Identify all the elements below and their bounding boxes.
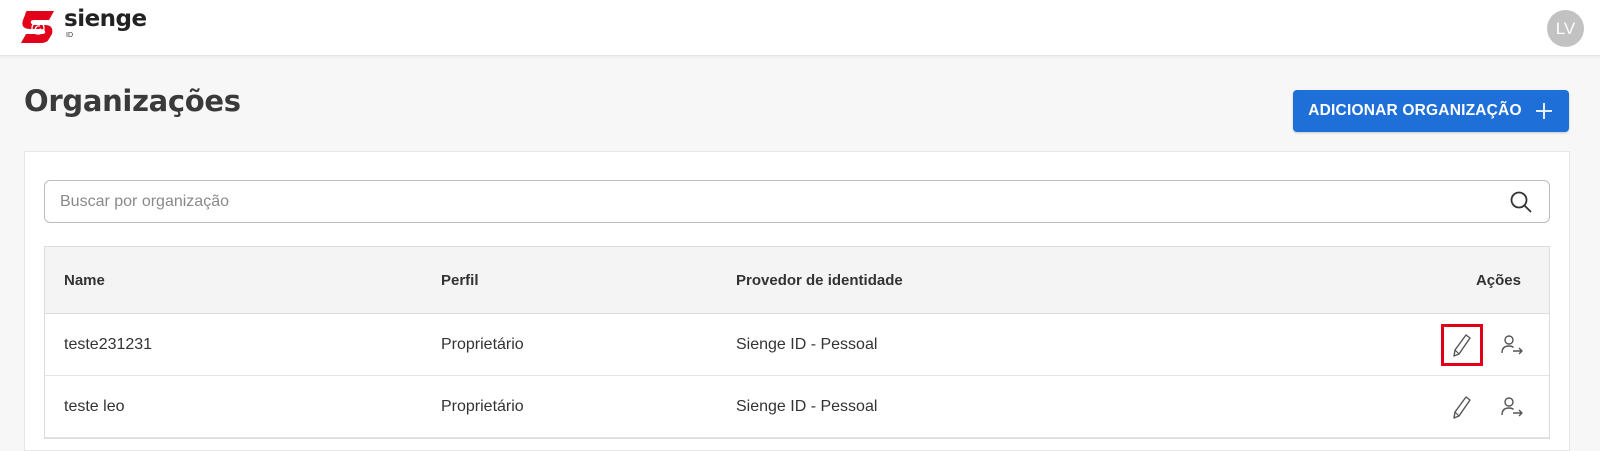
row-provedor: Sienge ID - Pessoal — [736, 335, 878, 353]
search-input[interactable] — [60, 181, 1480, 222]
page-title: Organizações — [24, 84, 241, 118]
top-bar: sienge ID LV — [0, 0, 1600, 56]
edit-button[interactable] — [1441, 324, 1483, 366]
row-provedor: Sienge ID - Pessoal — [736, 397, 878, 415]
table-row: teste leo Proprietário Sienge ID - Pesso… — [45, 376, 1549, 438]
user-transfer-icon — [1501, 397, 1523, 417]
organizations-card: Name Perfil Provedor de identidade Ações… — [24, 151, 1570, 451]
table-header: Name Perfil Provedor de identidade Ações — [45, 247, 1549, 314]
column-header-perfil[interactable]: Perfil — [441, 247, 479, 313]
column-header-acoes: Ações — [1475, 271, 1521, 289]
logo-name: sienge — [64, 6, 147, 32]
edit-button[interactable] — [1441, 386, 1483, 428]
row-name: teste231231 — [64, 335, 153, 353]
user-avatar[interactable]: LV — [1547, 10, 1584, 47]
transfer-user-button[interactable] — [1491, 324, 1533, 366]
transfer-user-button[interactable] — [1491, 386, 1533, 428]
logo-subtitle: ID — [66, 32, 73, 39]
search-icon[interactable] — [1509, 190, 1533, 214]
pencil-icon — [1453, 396, 1471, 419]
plus-icon — [1535, 103, 1552, 119]
table-row: teste231231 Proprietário Sienge ID - Pes… — [45, 314, 1549, 376]
sienge-logo[interactable]: sienge ID — [18, 6, 147, 46]
user-transfer-icon — [1501, 335, 1523, 355]
organizations-table: Name Perfil Provedor de identidade Ações… — [44, 246, 1550, 439]
sienge-logo-icon — [21, 11, 54, 43]
add-organization-label: ADICIONAR ORGANIZAÇÃO — [1308, 102, 1522, 119]
pencil-icon — [1453, 334, 1471, 357]
add-organization-button[interactable]: ADICIONAR ORGANIZAÇÃO — [1293, 90, 1569, 132]
column-header-name[interactable]: Name — [64, 247, 105, 313]
row-perfil: Proprietário — [441, 335, 524, 353]
row-perfil: Proprietário — [441, 397, 524, 415]
row-name: teste leo — [64, 397, 125, 415]
column-header-provedor[interactable]: Provedor de identidade — [736, 247, 903, 313]
search-box — [44, 180, 1550, 223]
